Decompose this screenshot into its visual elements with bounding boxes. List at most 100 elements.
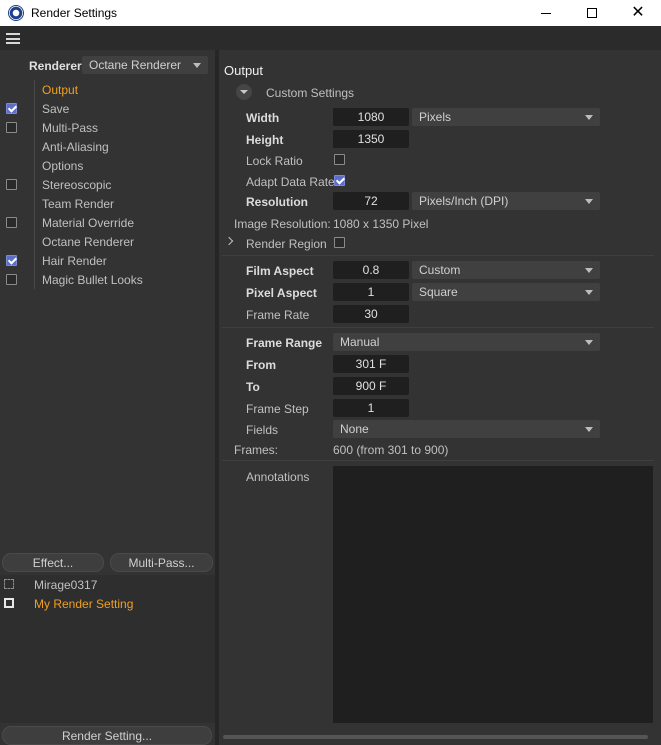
render-pass-checkbox[interactable] bbox=[6, 255, 17, 266]
pixel-aspect-dropdown[interactable]: Square bbox=[412, 283, 600, 301]
tree-line bbox=[34, 156, 35, 175]
lock-ratio-checkbox[interactable] bbox=[334, 154, 345, 165]
film-aspect-field[interactable]: 0.8 bbox=[333, 261, 409, 279]
chevron-right-icon[interactable] bbox=[224, 236, 234, 246]
renderer-label: Renderer bbox=[29, 59, 82, 73]
chevron-down-icon bbox=[585, 199, 593, 204]
title-bar: Render Settings ✕ bbox=[0, 0, 661, 26]
frame-range-dropdown[interactable]: Manual bbox=[333, 333, 600, 351]
render-pass-item[interactable]: Material Override bbox=[0, 213, 215, 232]
render-region-checkbox[interactable] bbox=[334, 237, 345, 248]
frame-rate-field[interactable]: 30 bbox=[333, 305, 409, 323]
render-pass-item[interactable]: Options bbox=[0, 156, 215, 175]
render-pass-item[interactable]: Stereoscopic bbox=[0, 175, 215, 194]
render-region-row: Render Region bbox=[219, 233, 661, 253]
renderer-dropdown[interactable]: Octane Renderer bbox=[82, 56, 208, 74]
section-title: Output bbox=[224, 63, 264, 78]
left-panel: Renderer Octane Renderer Output Save Multi… bbox=[0, 50, 215, 745]
render-setting-item[interactable]: Mirage0317 bbox=[0, 575, 215, 594]
to-field[interactable]: 900 F bbox=[333, 377, 409, 395]
render-pass-item[interactable]: Multi-Pass bbox=[0, 118, 215, 137]
render-pass-checkbox[interactable] bbox=[6, 122, 17, 133]
tree-line bbox=[34, 213, 35, 232]
film-aspect-label: Film Aspect bbox=[246, 264, 314, 278]
pixel-aspect-field[interactable]: 1 bbox=[333, 283, 409, 301]
minimize-button[interactable] bbox=[523, 0, 569, 26]
adapt-data-rate-checkbox[interactable] bbox=[334, 175, 345, 186]
tree-line bbox=[34, 118, 35, 137]
render-pass-checkbox[interactable] bbox=[6, 103, 17, 114]
frame-step-label: Frame Step bbox=[246, 402, 309, 416]
render-setting-button[interactable]: Render Setting... bbox=[2, 726, 212, 745]
render-setting-icon bbox=[4, 598, 14, 608]
output-panel: Output Custom Settings Width 1080 Pixels… bbox=[219, 50, 661, 745]
render-pass-item[interactable]: Hair Render bbox=[0, 251, 215, 270]
renderer-row: Renderer Octane Renderer bbox=[0, 56, 215, 74]
render-pass-item[interactable]: Magic Bullet Looks bbox=[0, 270, 215, 289]
render-pass-checkbox[interactable] bbox=[6, 274, 17, 285]
render-pass-item[interactable]: Anti-Aliasing bbox=[0, 137, 215, 156]
resolution-unit-dropdown[interactable]: Pixels/Inch (DPI) bbox=[412, 192, 600, 210]
pixel-aspect-row: Pixel Aspect 1 Square bbox=[219, 282, 661, 302]
adapt-data-rate-label: Adapt Data Rate bbox=[246, 175, 335, 189]
width-row: Width 1080 Pixels bbox=[219, 107, 661, 127]
fields-dropdown[interactable]: None bbox=[333, 420, 600, 438]
fields-row: Fields None bbox=[219, 419, 661, 439]
separator bbox=[222, 460, 654, 461]
frame-step-field[interactable]: 1 bbox=[333, 399, 409, 417]
custom-settings-label[interactable]: Custom Settings bbox=[266, 86, 354, 100]
tree-line bbox=[34, 137, 35, 156]
render-pass-label: Anti-Aliasing bbox=[42, 140, 109, 154]
render-pass-item[interactable]: Save bbox=[0, 99, 215, 118]
render-pass-item[interactable]: Output bbox=[0, 80, 215, 99]
render-setting-item[interactable]: My Render Setting bbox=[0, 594, 215, 613]
window-controls: ✕ bbox=[523, 0, 661, 26]
close-button[interactable]: ✕ bbox=[615, 0, 661, 26]
film-aspect-dropdown[interactable]: Custom bbox=[412, 261, 600, 279]
chevron-down-icon bbox=[193, 63, 201, 68]
maximize-button[interactable] bbox=[569, 0, 615, 26]
horizontal-scrollbar[interactable] bbox=[223, 735, 648, 739]
frame-rate-row: Frame Rate 30 bbox=[219, 304, 661, 324]
height-field[interactable]: 1350 bbox=[333, 130, 409, 148]
frames-label: Frames: bbox=[234, 443, 279, 457]
render-pass-label: Options bbox=[42, 159, 84, 173]
frame-rate-label: Frame Rate bbox=[246, 308, 310, 322]
tree-line bbox=[34, 99, 35, 118]
render-pass-item[interactable]: Octane Renderer bbox=[0, 232, 215, 251]
chevron-down-icon bbox=[585, 115, 593, 120]
annotations-label: Annotations bbox=[246, 470, 310, 484]
separator bbox=[222, 255, 654, 256]
resolution-field[interactable]: 72 bbox=[333, 192, 409, 210]
width-field[interactable]: 1080 bbox=[333, 108, 409, 126]
width-unit-dropdown[interactable]: Pixels bbox=[412, 108, 600, 126]
hamburger-menu-icon[interactable] bbox=[6, 33, 20, 44]
frames-value: 600 (from 301 to 900) bbox=[333, 443, 449, 457]
chevron-down-icon bbox=[585, 290, 593, 295]
render-pass-item[interactable]: Team Render bbox=[0, 194, 215, 213]
render-pass-label: Material Override bbox=[42, 216, 135, 230]
render-settings-list: Mirage0317 My Render Setting bbox=[0, 575, 215, 723]
lock-ratio-label: Lock Ratio bbox=[246, 154, 303, 168]
render-pass-checkbox[interactable] bbox=[6, 179, 17, 190]
image-resolution-label: Image Resolution: bbox=[234, 217, 331, 231]
render-pass-label: Save bbox=[42, 102, 70, 116]
render-pass-checkbox[interactable] bbox=[6, 217, 17, 228]
resolution-label: Resolution bbox=[246, 195, 308, 209]
render-setting-label: Mirage0317 bbox=[34, 578, 98, 592]
width-unit-value: Pixels bbox=[419, 110, 452, 124]
multi-pass-button[interactable]: Multi-Pass... bbox=[110, 553, 213, 572]
annotations-textarea[interactable] bbox=[333, 466, 653, 723]
close-icon: ✕ bbox=[631, 4, 645, 21]
renderer-dropdown-value: Octane Renderer bbox=[89, 58, 182, 72]
effect-button[interactable]: Effect... bbox=[2, 553, 104, 572]
fields-label: Fields bbox=[246, 423, 279, 437]
height-row: Height 1350 bbox=[219, 129, 661, 149]
tree-line bbox=[34, 194, 35, 213]
render-pass-label: Magic Bullet Looks bbox=[42, 273, 143, 287]
height-label: Height bbox=[246, 133, 284, 147]
chevron-down-icon bbox=[585, 340, 593, 345]
from-field[interactable]: 301 F bbox=[333, 355, 409, 373]
frame-range-value: Manual bbox=[340, 335, 380, 349]
collapse-toggle-icon[interactable] bbox=[236, 84, 252, 100]
